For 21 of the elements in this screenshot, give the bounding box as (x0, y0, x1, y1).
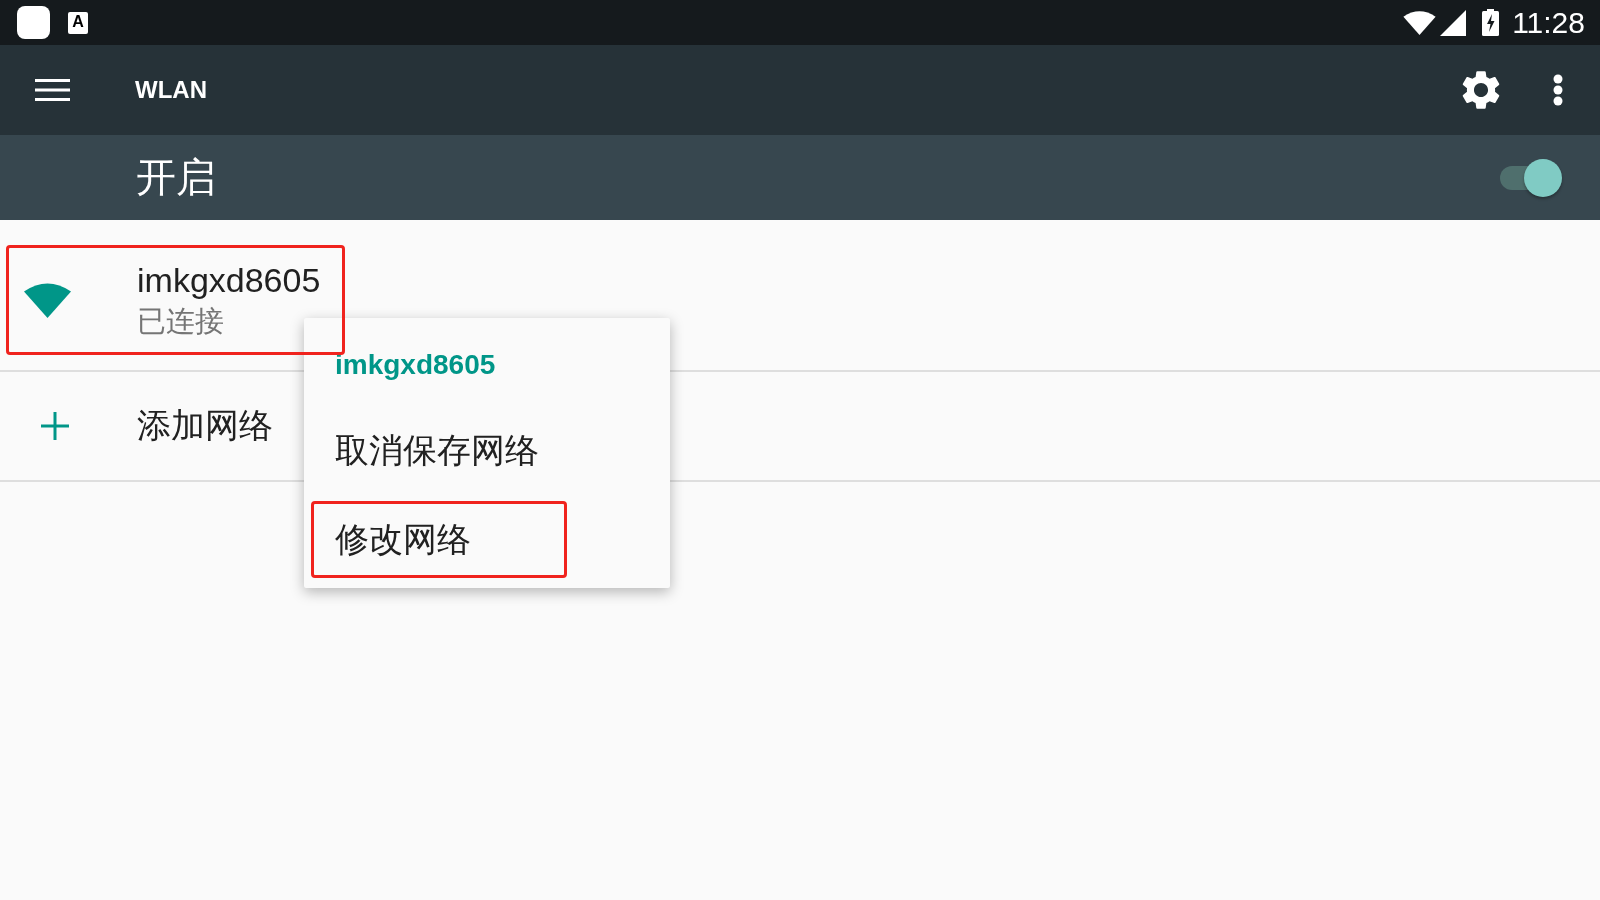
wifi-toggle[interactable] (1499, 157, 1563, 198)
settings-icon[interactable] (1462, 71, 1500, 109)
add-network-label: 添加网络 (137, 405, 273, 446)
clock-time: 11:28 (1512, 5, 1585, 40)
add-network-item[interactable]: 添加网络 (6, 374, 298, 478)
plus-icon (41, 412, 69, 440)
menu-item[interactable]: 取消保存网络 (311, 412, 567, 489)
wifi-status-icon (1403, 10, 1437, 35)
cell-signal-icon (1440, 9, 1467, 36)
menu-icon[interactable] (35, 79, 70, 101)
notification-icon (17, 6, 50, 39)
network-item[interactable]: imkgxd8605 已连接 (6, 245, 346, 355)
overflow-menu-icon[interactable] (1553, 74, 1563, 106)
battery-charging-icon (1482, 9, 1500, 36)
wifi-signal-icon (23, 282, 71, 318)
input-method-indicator: A (68, 11, 88, 34)
wifi-switch-label: 开启 (136, 154, 216, 201)
toolbar-title: WLAN (135, 76, 207, 104)
menu-item[interactable]: 修改网络 (311, 501, 567, 578)
connection-status: 已连接 (137, 304, 225, 339)
network-name: imkgxd8605 (137, 260, 321, 301)
